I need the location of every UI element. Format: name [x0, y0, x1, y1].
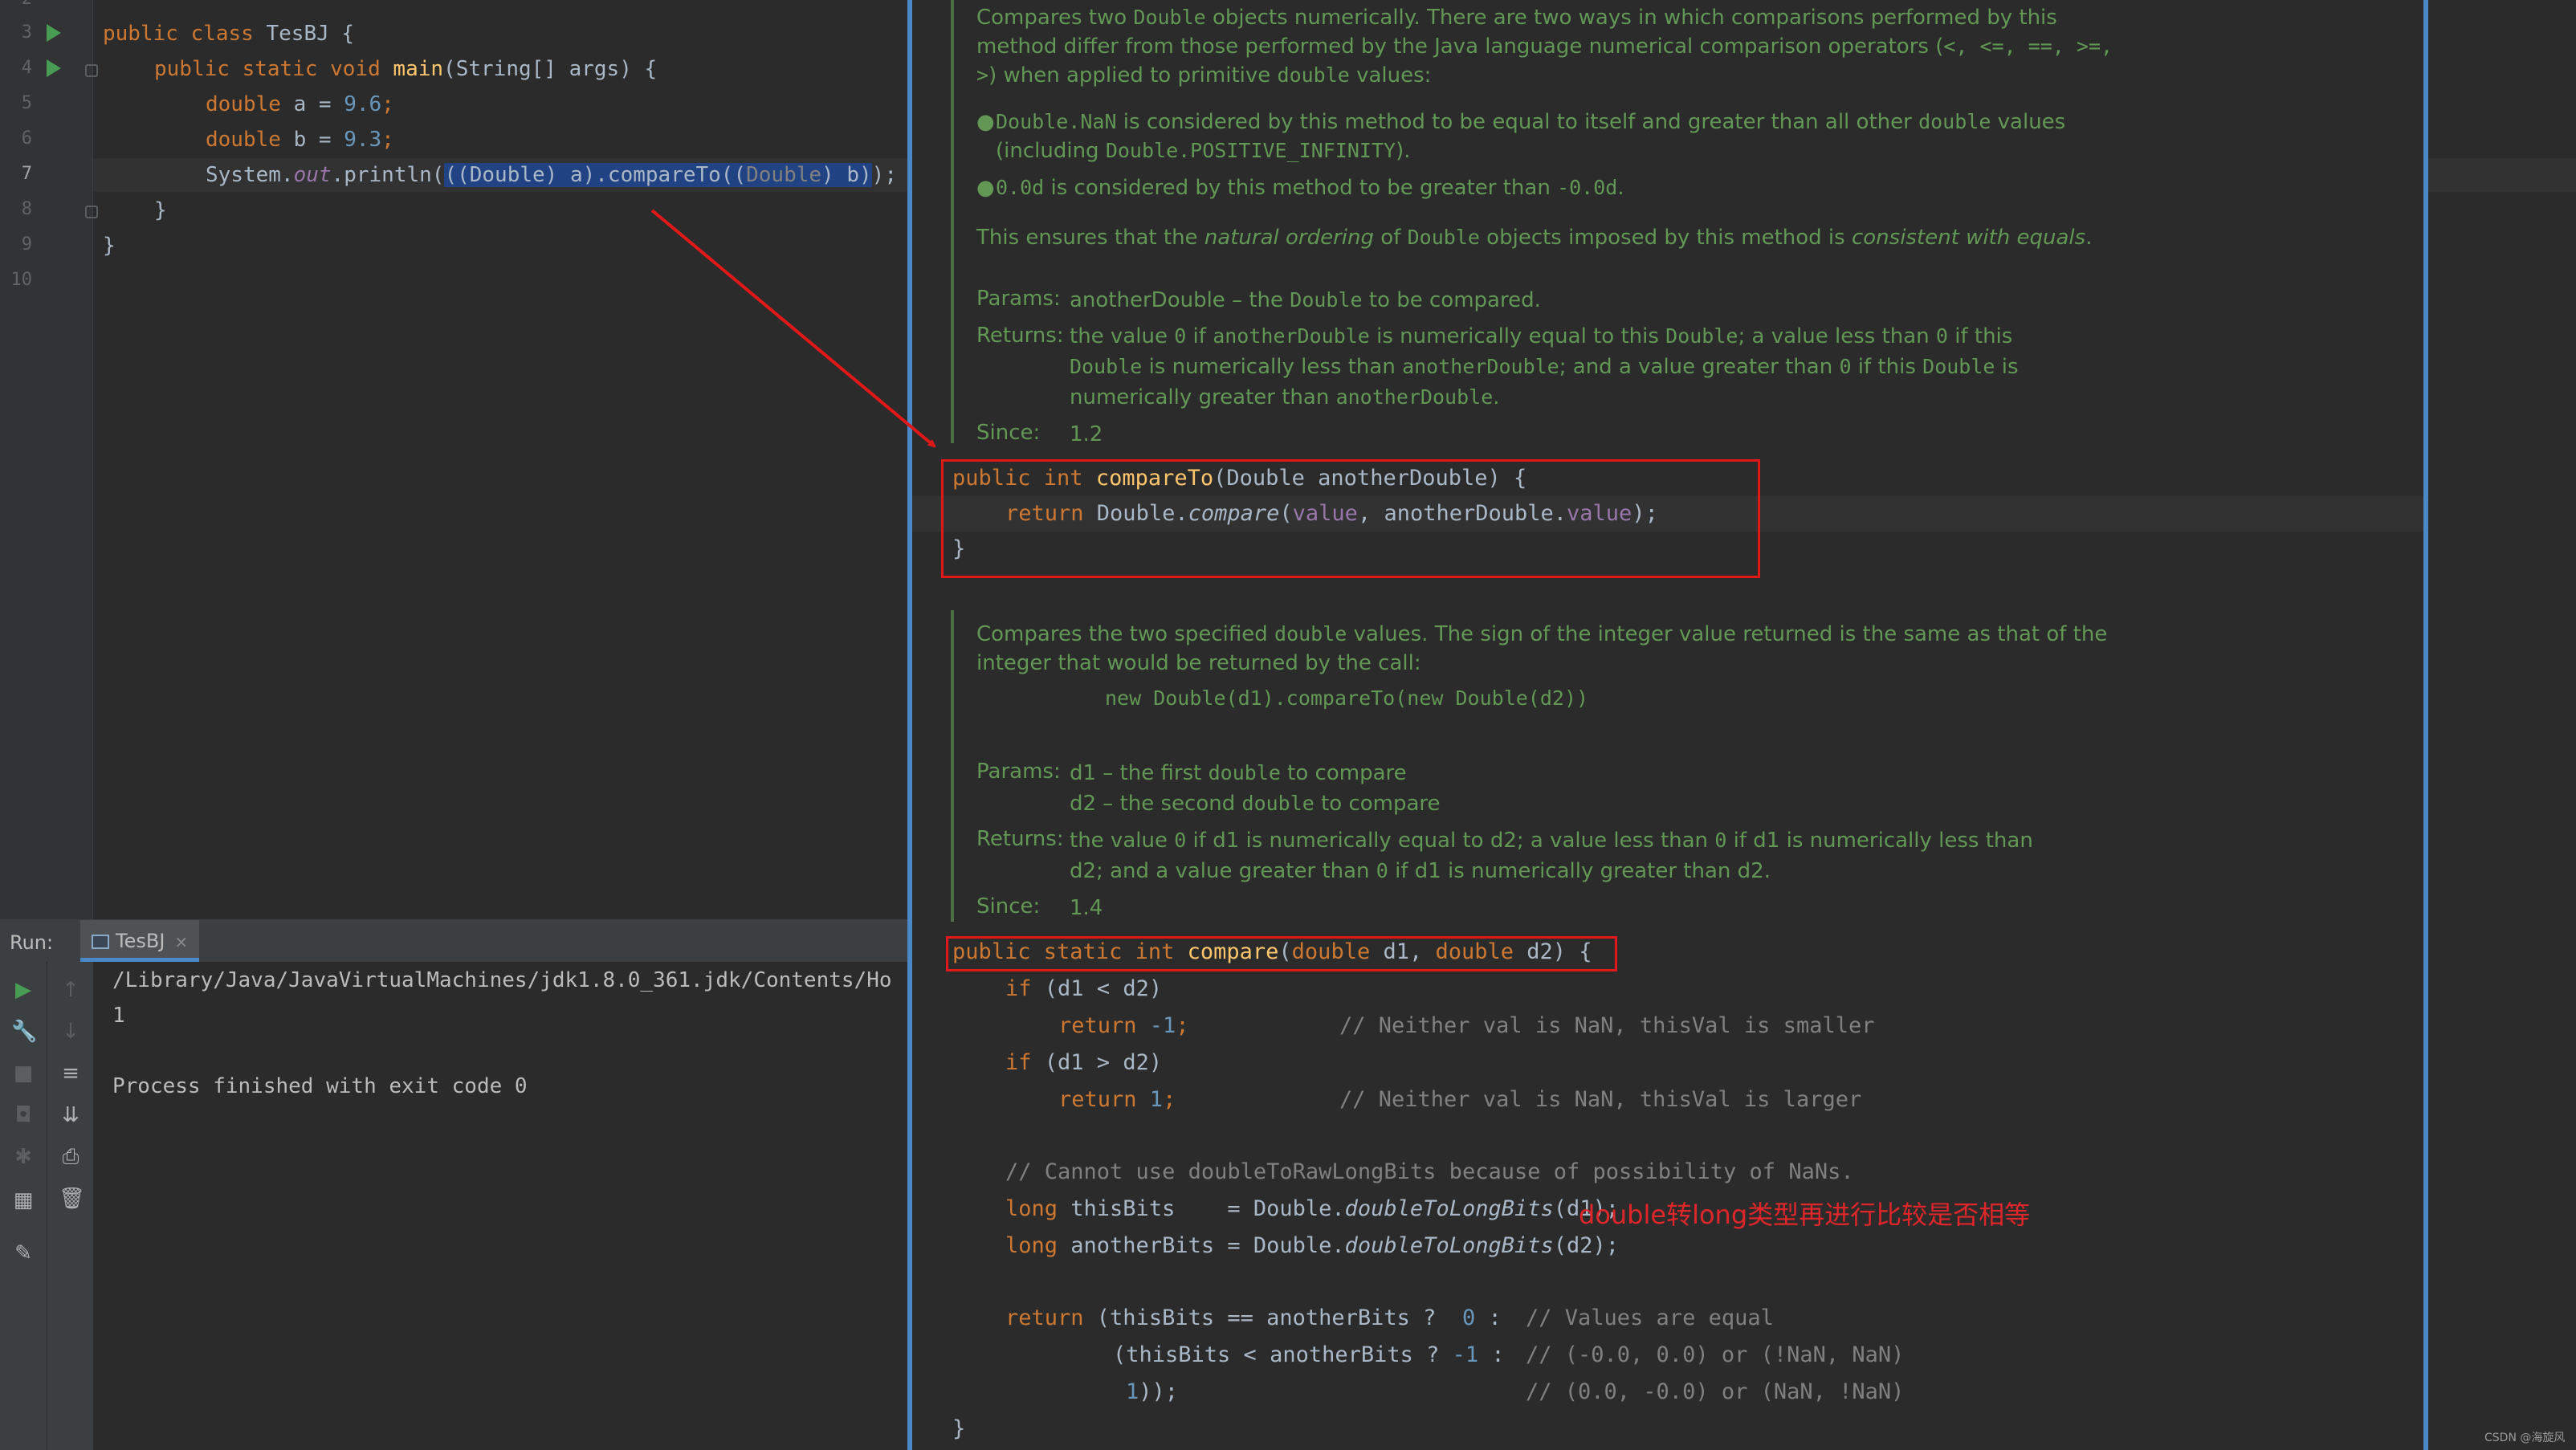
run-tab-label: TesBJ — [116, 930, 165, 952]
source-comment: // Cannot use doubleToRawLongBits becaus… — [1005, 1159, 1854, 1184]
javadoc-paragraph: Compares two Double objects numerically.… — [976, 6, 2113, 88]
source-viewer: Compares two Double objects numerically.… — [912, 0, 2423, 1450]
javadoc-bullet-text: 0.0d is considered by this method to be … — [996, 176, 1624, 200]
run-panel: Run: TesBJ × ▶ 🔧 ■ ◘ ✱ ▦ ✎ ↑ ↓ ≡ ⇊ ⎙ 🗑 /L… — [0, 919, 907, 1450]
print-icon[interactable]: ⎙ — [59, 1145, 83, 1169]
javadoc-bar — [951, 0, 954, 443]
since-label: Since: — [976, 421, 1041, 445]
highlight-box-compareto — [941, 459, 1760, 578]
source-comment: // Values are equal — [1526, 1305, 1774, 1330]
play-icon[interactable]: ▶ — [11, 978, 35, 1002]
source-comment: // (0.0, -0.0) or (NaN, !NaN) — [1526, 1379, 1905, 1404]
params-value: anotherDouble – the Double to be compare… — [1070, 288, 1541, 312]
trash-icon[interactable]: 🗑 — [59, 1187, 85, 1211]
params-label: Params: — [976, 760, 1061, 784]
scroll-end-icon[interactable]: ⇊ — [59, 1103, 83, 1127]
fold-icon[interactable] — [85, 206, 98, 218]
source-line: long thisBits = Double.doubleToLongBits(… — [1005, 1196, 1620, 1221]
console-output-line: /Library/Java/JavaVirtualMachines/jdk1.8… — [112, 968, 892, 992]
returns-label: Returns: — [976, 324, 1064, 348]
javadoc-paragraph: Compares the two specified double values… — [976, 622, 2108, 675]
code-line-4: public static void main(String[] args) { — [154, 57, 658, 81]
source-comment: // Neither val is NaN, thisVal is smalle… — [1339, 1013, 1875, 1038]
line-number: 10 — [10, 270, 33, 290]
returns-value: the value 0 if anotherDouble is numerica… — [1070, 324, 2019, 409]
selected-text: ((Double) a).compareTo((Double) b) — [444, 163, 872, 187]
source-line: long anotherBits = Double.doubleToLongBi… — [1005, 1233, 1620, 1258]
stop-icon[interactable]: ■ — [11, 1061, 35, 1085]
close-icon[interactable]: × — [174, 932, 188, 951]
params-label: Params: — [976, 287, 1061, 311]
source-line: } — [952, 1416, 966, 1441]
wrench-icon[interactable]: 🔧 — [11, 1020, 37, 1044]
right-margin-area — [2428, 0, 2576, 1450]
line-number: 6 — [21, 128, 32, 149]
code-line-7: System.out.println(((Double) a).compareT… — [206, 163, 897, 187]
annotation-text: double转long类型再进行比较是否相等 — [1579, 1200, 2031, 1230]
returns-label: Returns: — [976, 827, 1064, 851]
source-line: if (d1 > d2) — [1005, 1050, 1163, 1075]
line-number: 9 — [21, 234, 32, 255]
javadoc-bar — [951, 610, 954, 922]
since-label: Since: — [976, 894, 1041, 918]
down-arrow-icon[interactable]: ↓ — [59, 1020, 83, 1044]
run-tab-tesbj[interactable]: TesBJ × — [80, 920, 200, 962]
source-line: return -1; — [1058, 1013, 1189, 1038]
console-output-line: Process finished with exit code 0 — [112, 1074, 528, 1098]
params-value: d1 – the first double to compare — [1070, 761, 1407, 785]
returns-value: the value 0 if d1 is numerically equal t… — [1070, 829, 2033, 883]
line-number: 5 — [21, 93, 32, 113]
code-line-5: double a = 9.6; — [206, 92, 394, 116]
current-line-highlight — [2428, 158, 2576, 192]
console-output-line: 1 — [112, 1004, 125, 1028]
line-number: 2 — [0, 0, 32, 9]
layout-icon[interactable]: ▦ — [11, 1188, 35, 1212]
bug-icon[interactable]: ✱ — [11, 1145, 35, 1169]
console-icon — [92, 935, 109, 949]
run-panel-header: Run: TesBJ × — [0, 920, 907, 962]
wrap-icon[interactable]: ≡ — [59, 1061, 83, 1085]
source-line: if (d1 < d2) — [1005, 976, 1163, 1001]
line-number: 4 — [21, 58, 32, 78]
code-line-6: double b = 9.3; — [206, 128, 394, 152]
code-line-8: } — [154, 198, 167, 222]
highlight-box-compare — [946, 936, 1617, 971]
source-line: return (thisBits == anotherBits ? 0 : — [1005, 1305, 1514, 1330]
source-line: return 1; — [1058, 1087, 1176, 1112]
code-line-9: } — [103, 234, 116, 258]
source-comment: // Neither val is NaN, thisVal is larger — [1339, 1087, 1862, 1112]
run-toolbar-secondary: ↑ ↓ ≡ ⇊ ⎙ 🗑 — [47, 962, 93, 1450]
javadoc-paragraph: This ensures that the natural ordering o… — [976, 226, 2093, 250]
pin-icon[interactable]: ✎ — [11, 1241, 35, 1265]
line-number: 3 — [21, 22, 32, 43]
run-class-icon[interactable] — [47, 24, 61, 42]
since-value: 1.2 — [1070, 422, 1103, 446]
camera-icon[interactable]: ◘ — [11, 1103, 35, 1127]
line-number: 7 — [21, 164, 32, 184]
code-line-3: public class TesBJ { — [103, 22, 355, 46]
run-label: Run: — [10, 931, 54, 954]
fold-icon[interactable] — [85, 64, 98, 77]
line-number: 8 — [21, 199, 32, 219]
run-main-icon[interactable] — [47, 59, 61, 77]
watermark-credit: CSDN @海旋风 — [2484, 1432, 2566, 1444]
editor-gutter: 2 3 4 5 6 7 8 9 10 — [0, 0, 98, 919]
params-value: d2 – the second double to compare — [1070, 792, 1441, 816]
source-comment: // (-0.0, 0.0) or (!NaN, NaN) — [1526, 1342, 1905, 1367]
source-line: 1)); — [1126, 1379, 1179, 1404]
source-line: (thisBits < anotherBits ? -1 : — [1113, 1342, 1518, 1367]
since-value: 1.4 — [1070, 896, 1103, 920]
javadoc-bullet-text: Double.NaN is considered by this method … — [996, 110, 2066, 163]
run-toolbar-primary: ▶ 🔧 ■ ◘ ✱ ▦ ✎ — [0, 962, 47, 1450]
up-arrow-icon[interactable]: ↑ — [59, 978, 83, 1002]
javadoc-code: new Double(d1).compareTo(new Double(d2)) — [1105, 686, 1589, 710]
code-editor[interactable]: 2 3 4 5 6 7 8 9 10 public class TesBJ { … — [0, 0, 907, 919]
